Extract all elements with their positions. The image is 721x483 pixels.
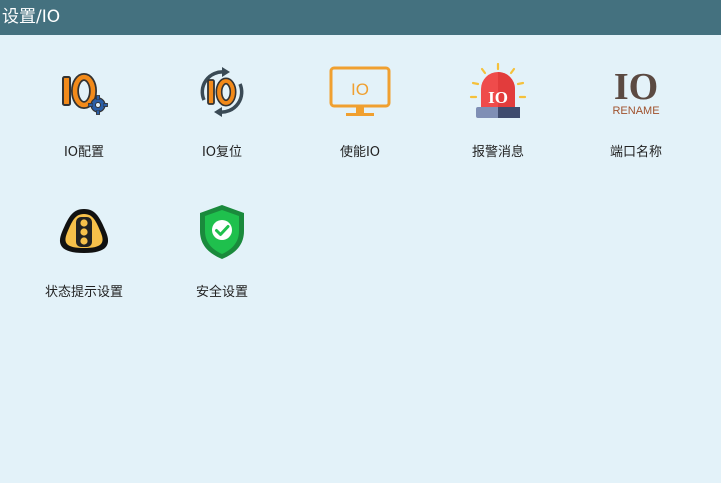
io-monitor-icon: IO xyxy=(328,60,392,124)
rename-io-text: IO xyxy=(614,66,658,108)
io-rename-icon: IO RENAME xyxy=(604,60,668,124)
tile-label: IO配置 xyxy=(63,145,105,160)
tile-label: 使能IO xyxy=(339,145,381,160)
tile-label: 报警消息 xyxy=(471,145,524,160)
tile-security-settings[interactable]: 安全设置 xyxy=(162,180,282,300)
io-reset-icon xyxy=(190,60,254,124)
tile-io-config[interactable]: IO配置 xyxy=(24,40,144,160)
tile-alarm-message[interactable]: IO 报警消息 xyxy=(438,40,558,160)
security-shield-icon xyxy=(190,200,254,264)
tile-label: IO复位 xyxy=(201,145,243,160)
tile-label: 安全设置 xyxy=(195,285,248,300)
monitor-io-text: IO xyxy=(351,80,369,99)
tile-status-hint-settings[interactable]: 状态提示设置 xyxy=(24,180,144,300)
alarm-io-text: IO xyxy=(488,88,508,107)
tile-io-reset[interactable]: IO复位 xyxy=(162,40,282,160)
tile-port-name[interactable]: IO RENAME 端口名称 xyxy=(576,40,696,160)
io-gear-icon xyxy=(52,60,116,124)
rename-text: RENAME xyxy=(612,105,659,117)
tile-label: 端口名称 xyxy=(609,145,662,160)
settings-grid: IO配置 IO复位 IO 使能IO IO 报警消息 IO RENAME 端口名称… xyxy=(0,35,721,483)
tile-enable-io[interactable]: IO 使能IO xyxy=(300,40,420,160)
traffic-light-icon xyxy=(52,200,116,264)
title-bar: 设置/IO xyxy=(0,0,721,35)
page-title: 设置/IO xyxy=(2,7,61,27)
tile-label: 状态提示设置 xyxy=(44,285,123,300)
io-alarm-light-icon: IO xyxy=(466,60,530,124)
